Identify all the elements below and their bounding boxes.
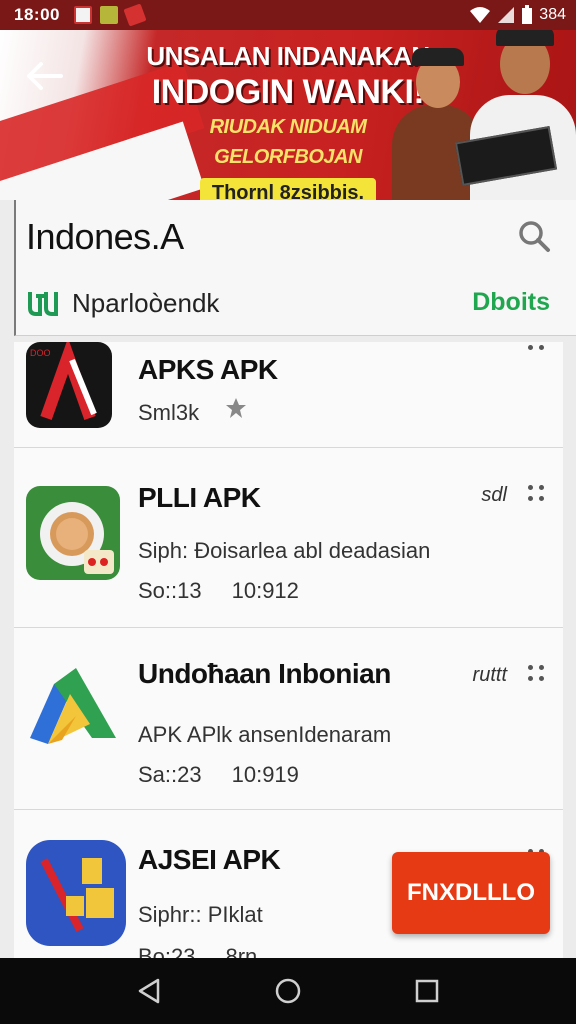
app-icon: [26, 840, 126, 946]
triangle-logo-icon: [30, 668, 116, 744]
app-screen: 18:00 384 UNSALAN INDANAKAN INDOGIN WANK…: [0, 0, 576, 1024]
app-name: APKS APK: [138, 354, 278, 385]
app-size: Sml3k: [138, 400, 200, 425]
back-triangle-icon: [139, 978, 160, 1004]
battery-icon: [522, 5, 533, 24]
blocks-icon: [40, 858, 114, 932]
app-tag: ruttt: [472, 664, 507, 686]
back-button[interactable]: [20, 52, 68, 100]
app-icon: DOO: [26, 342, 112, 428]
more-options-button[interactable]: [525, 482, 549, 506]
app-size: So::13: [138, 578, 202, 603]
more-options-button[interactable]: [525, 342, 549, 366]
page-title: Indones.A: [26, 216, 184, 257]
developer-name: Nparloòendk: [72, 288, 220, 318]
promo-banner[interactable]: UNSALAN INDANAKAN INDOGIN WANKI! RIUDAK …: [0, 30, 576, 200]
developer-logo-icon: [28, 292, 58, 316]
search-button[interactable]: [512, 214, 556, 258]
navigation-bar: [0, 958, 576, 1024]
app-meta: Sa::23 10:919: [138, 762, 299, 788]
more-options-button[interactable]: [525, 662, 549, 686]
gear-icon: [40, 502, 114, 574]
wifi-icon: [470, 7, 491, 23]
search-icon: [519, 221, 550, 252]
letter-a-icon: DOO: [30, 342, 97, 421]
nav-home-button[interactable]: [264, 967, 312, 1015]
status-bar: 18:00 384: [0, 0, 576, 30]
app-icon: [26, 664, 120, 758]
app-icon: [26, 486, 120, 580]
app-size: Sa::23: [138, 762, 202, 787]
battery-level: 384: [539, 6, 566, 23]
app-version: 10:919: [231, 762, 299, 787]
app-description: Siphr:: PIklat: [138, 902, 263, 927]
app-name: PLLI APK: [138, 482, 261, 513]
list-item[interactable]: DOO APKS APK Sml3k: [14, 342, 563, 448]
notification-icon: [99, 6, 118, 24]
signal-icon: [498, 7, 515, 23]
svg-text:DOO: DOO: [30, 348, 51, 358]
status-indicators: 384: [469, 5, 566, 25]
app-meta: So::13 10:912: [138, 578, 299, 604]
nav-back-button[interactable]: [125, 967, 173, 1015]
list-item[interactable]: PLLI APK sdl Siph: Ðoisarlea abl deadasi…: [14, 448, 563, 628]
app-name: AJSEI APK: [138, 844, 281, 875]
search-header: Indones.A Nparloòendk Dboits: [14, 200, 576, 336]
back-arrow-icon: [27, 62, 63, 90]
home-circle-icon: [275, 978, 301, 1004]
action-button[interactable]: FNXDLLLO: [392, 852, 550, 934]
app-version: 10:912: [231, 578, 299, 603]
app-name: Undoħaan Inbonian: [138, 658, 391, 689]
nav-recents-button[interactable]: [403, 967, 451, 1015]
app-description: APK APlk ansenIdenaram: [138, 722, 392, 747]
app-tag: sdl: [481, 484, 507, 506]
header-link[interactable]: Dboits: [472, 288, 550, 317]
notification-icon: [123, 3, 147, 27]
list-item[interactable]: Undoħaan Inbonian ruttt APK APlk ansenId…: [14, 628, 563, 810]
notification-icon: [73, 6, 92, 24]
app-meta: Sml3k: [138, 400, 199, 426]
status-time: 18:00: [14, 5, 60, 24]
notification-icons: [73, 3, 147, 27]
star-icon: [226, 398, 246, 418]
banner-pill: Thornl 8zsibbis.: [199, 178, 377, 200]
app-description: Siph: Ðoisarlea abl deadasian: [138, 538, 431, 563]
recents-square-icon: [415, 979, 438, 1003]
